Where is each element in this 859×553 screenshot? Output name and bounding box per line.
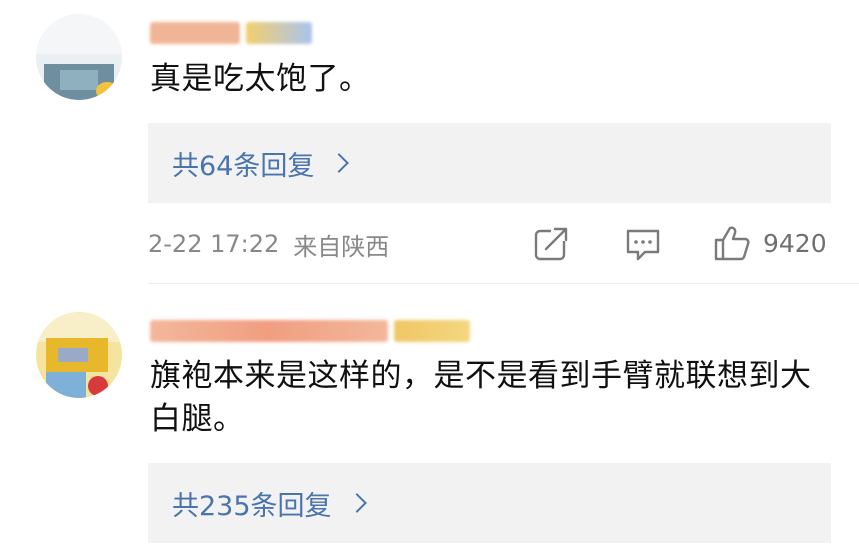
- comment-icon: [626, 229, 660, 261]
- share-button[interactable]: [533, 226, 571, 262]
- reply-count-label: 共64条回复: [172, 150, 315, 182]
- comment-location: 来自陕西: [293, 232, 390, 261]
- username-blurred[interactable]: [150, 20, 312, 46]
- chevron-right-icon: [346, 493, 367, 513]
- avatar[interactable]: [36, 312, 122, 398]
- reply-count-label: 共235条回复: [172, 490, 332, 522]
- chevron-right-icon: [329, 153, 350, 173]
- like-button[interactable]: 9420: [713, 224, 827, 262]
- comment-text: 旗袍本来是这样的，是不是看到手臂就联想到大白腿。: [150, 358, 812, 437]
- badge-redacted: [246, 22, 312, 44]
- username-redacted: [150, 22, 240, 44]
- avatar[interactable]: [36, 14, 122, 100]
- comment-button[interactable]: [624, 226, 662, 262]
- view-replies-button[interactable]: 共235条回复: [148, 463, 831, 543]
- badge-redacted: [394, 320, 470, 342]
- share-icon: [534, 226, 571, 261]
- comment-text: 真是吃太饱了。: [150, 61, 371, 97]
- username-blurred[interactable]: [150, 318, 470, 344]
- username-redacted: [150, 320, 388, 342]
- comment-divider: [148, 283, 859, 284]
- thumbs-up-icon: [714, 226, 750, 261]
- view-replies-button[interactable]: 共64条回复: [148, 123, 831, 203]
- like-count: 9420: [763, 228, 827, 258]
- comment-timestamp: 2-22 17:22: [148, 230, 280, 258]
